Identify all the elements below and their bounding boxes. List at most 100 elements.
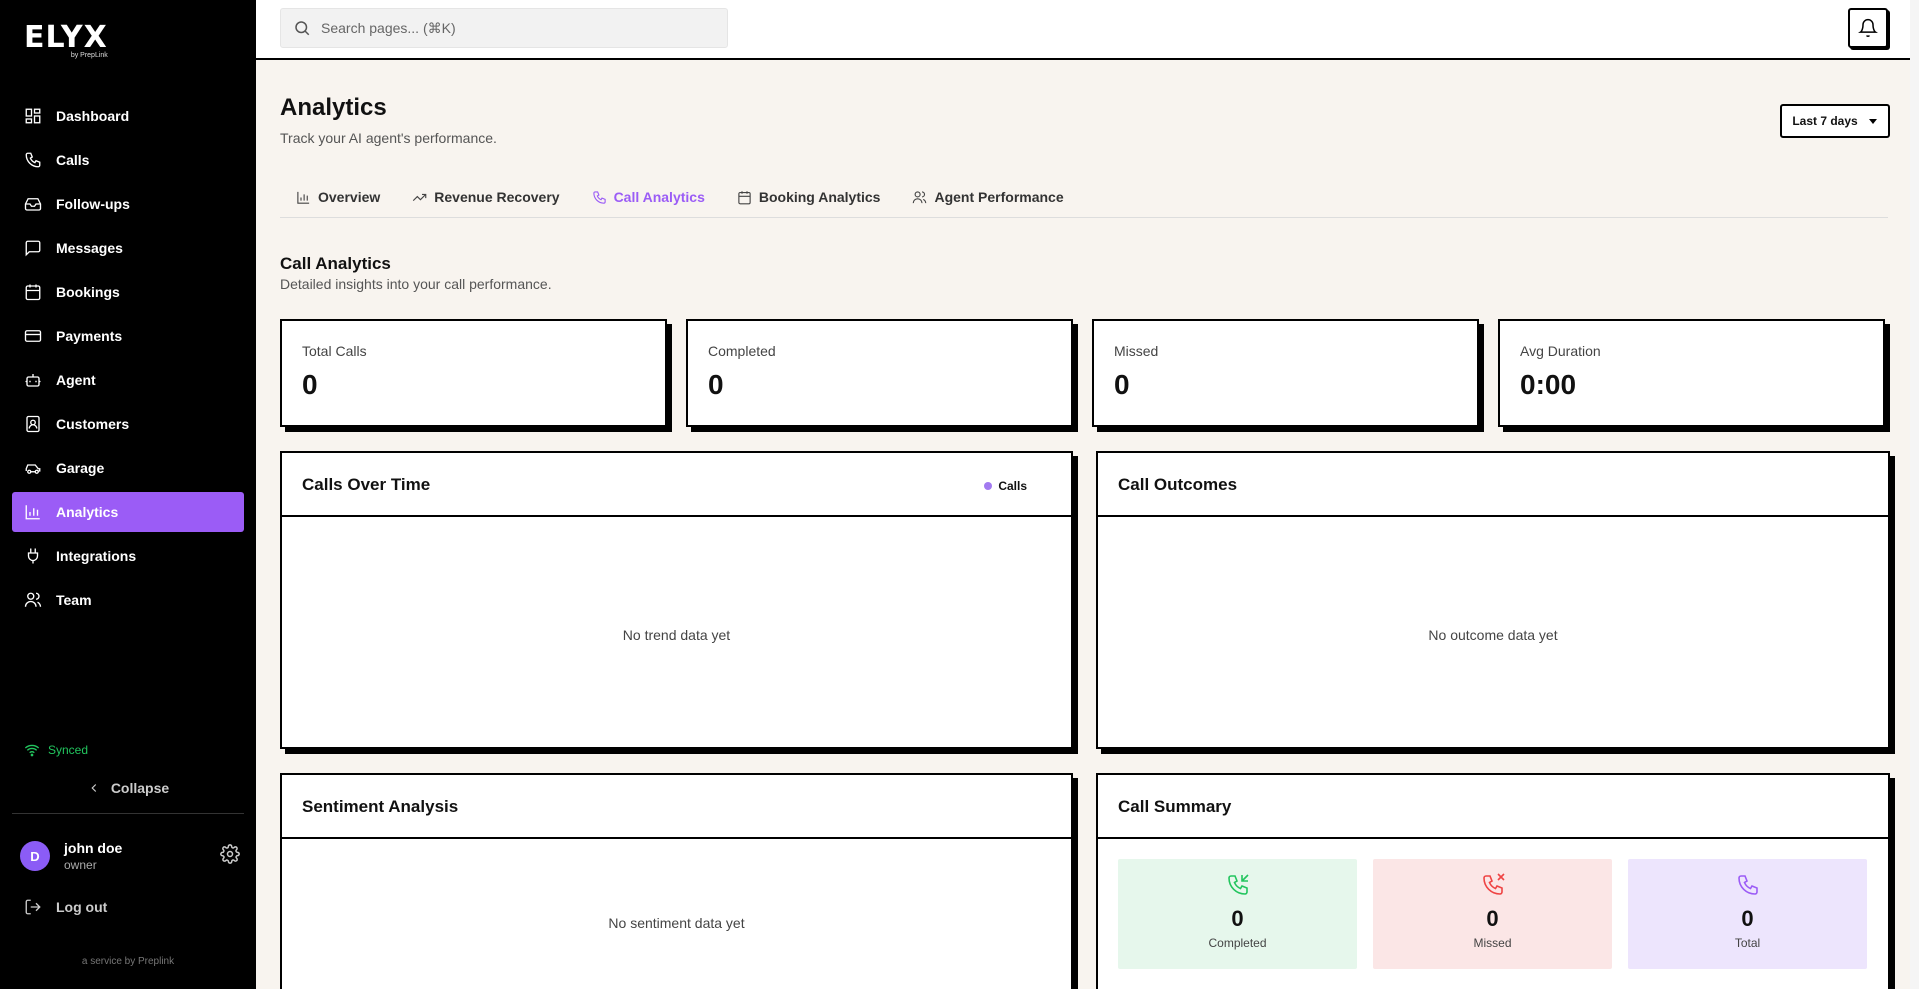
credit-card-icon [24,330,42,342]
empty-state: No outcome data yet [1428,627,1558,643]
bar-chart-icon [297,191,310,204]
section-title: Call Analytics [280,254,391,273]
panel-header: Call Summary [1098,775,1888,839]
summary-label: Total [1734,936,1761,950]
logo[interactable]: ELYX by PrepLink [24,20,108,60]
summary-label: Completed [1208,936,1267,950]
search-icon [295,21,310,36]
sidebar-item-bookings[interactable]: Bookings [12,272,244,312]
collapse-label: Collapse [110,780,170,796]
stat-value: 0:00 [1520,369,1577,400]
sidebar-item-agent[interactable]: Agent [12,360,244,400]
sidebar-item-label: Calls [56,152,90,168]
stat-card-avg-duration: Avg Duration 0:00 [1498,319,1885,427]
panel-title: Call Summary [1118,797,1232,816]
sidebar-item-label: Payments [56,328,123,344]
legend-dot [984,482,993,490]
summary-label: Missed [1473,936,1512,950]
search-box[interactable] [280,8,728,48]
phone-icon [592,190,606,204]
sidebar-item-follow-ups[interactable]: Follow-ups [12,184,244,224]
sidebar-item-label: Follow-ups [56,196,130,212]
logout-label: Log out [56,899,108,915]
phone-icon [25,152,41,168]
trending-up-icon [413,193,427,201]
logout-button[interactable]: Log out [24,898,107,916]
date-range-select[interactable]: Last 7 days [1780,104,1890,138]
calls-over-time-panel: Calls Over Time Calls No trend data yet [280,451,1073,749]
sidebar-item-dashboard[interactable]: Dashboard [12,96,244,136]
contacts-icon [26,415,40,433]
call-summary-panel: Call Summary 0 Completed 0 Missed 0 Tota… [1096,773,1890,989]
bot-icon [25,374,41,387]
stat-label: Avg Duration [1520,343,1601,359]
stat-value: 0 [302,369,318,400]
panel-header: Calls Over Time Calls [282,453,1071,517]
sidebar-item-analytics[interactable]: Analytics [12,492,244,532]
chart-legend[interactable]: Calls [984,479,1027,493]
tab-agent-performance[interactable]: Agent Performance [896,184,1079,210]
sidebar-item-garage[interactable]: Garage [12,448,244,488]
sidebar-item-label: Garage [56,460,105,476]
inbox-icon [24,198,42,211]
bell-icon [1858,18,1878,38]
scrollbar[interactable] [1910,0,1919,989]
tab-call-analytics[interactable]: Call Analytics [576,184,721,210]
caret-down-icon [1868,119,1877,124]
service-credit: a service by Preplink [81,956,175,967]
summary-value: 0 [1486,906,1499,931]
summary-missed: 0 Missed [1373,859,1612,969]
users-icon [24,592,42,607]
tab-booking-analytics[interactable]: Booking Analytics [721,184,897,210]
sidebar-item-label: Customers [56,416,130,432]
sidebar-item-label: Messages [56,240,123,256]
sidebar-item-label: Integrations [56,548,137,564]
stat-card-completed: Completed 0 [686,319,1073,427]
user-info: john doe owner [64,840,220,872]
sidebar-item-label: Bookings [56,284,120,300]
sidebar-item-payments[interactable]: Payments [12,316,244,356]
analytics-tabs: Overview Revenue Recovery Call Analytics… [280,184,1888,218]
phone-incoming-icon [1227,874,1249,895]
sidebar-item-label: Dashboard [56,108,130,124]
phone-missed-icon [1482,873,1505,895]
section-subtitle: Detailed insights into your call perform… [280,276,552,292]
tab-label: Overview [318,189,381,205]
empty-state: No sentiment data yet [608,915,745,931]
panel-header: Call Outcomes [1098,453,1888,517]
collapse-button[interactable]: Collapse [0,776,256,800]
sidebar-item-messages[interactable]: Messages [12,228,244,268]
avatar[interactable]: D [20,841,50,871]
chevron-left-icon [91,784,96,792]
sidebar-item-customers[interactable]: Customers [12,404,244,444]
gear-icon[interactable] [220,843,240,869]
user-role: owner [64,858,97,872]
sidebar-item-integrations[interactable]: Integrations [12,536,244,576]
panel-title: Call Outcomes [1118,475,1238,494]
panel-title: Calls Over Time [302,475,431,494]
sidebar-item-team[interactable]: Team [12,580,244,620]
legend-label: Calls [998,479,1027,493]
empty-state: No trend data yet [622,627,731,643]
logo-text: ELYX [24,20,108,55]
panel-title: Sentiment Analysis [302,797,459,816]
page-title: Analytics [280,94,387,121]
tab-revenue-recovery[interactable]: Revenue Recovery [396,184,575,210]
sync-status-label: Synced [48,743,89,757]
tab-overview[interactable]: Overview [280,184,396,210]
sync-status: Synced [24,742,88,758]
bar-chart-icon [25,505,40,520]
search-input[interactable] [321,20,701,36]
notifications-button[interactable] [1848,8,1888,48]
sentiment-analysis-panel: Sentiment Analysis No sentiment data yet [280,773,1073,989]
sidebar-item-calls[interactable]: Calls [12,140,244,180]
dashboard-icon [25,108,41,124]
top-bar [256,0,1910,60]
call-outcomes-panel: Call Outcomes No outcome data yet [1096,451,1890,749]
summary-total: 0 Total [1628,859,1867,969]
sidebar-divider [12,813,244,814]
stat-card-total-calls: Total Calls 0 [280,319,667,427]
tab-label: Booking Analytics [758,189,881,205]
users-icon [913,190,927,203]
user-name: john doe [64,840,123,856]
